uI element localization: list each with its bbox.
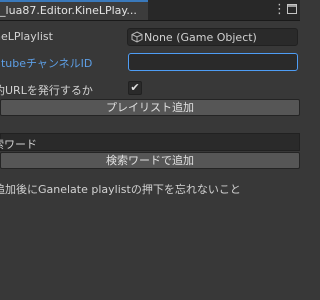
issue-url-label: 約URLを発行するか (0, 84, 93, 97)
playlist-object-value: None (Game Object) (144, 31, 257, 44)
instruction-note: 追加後にGanelate playlistの押下を忘れないこと (0, 183, 241, 196)
window-tab-bar: i_lua87.Editor.KineLPlay... ⋮ (0, 0, 300, 21)
editor-window-tab[interactable]: i_lua87.Editor.KineLPlay... (0, 0, 148, 20)
youtube-channel-row: utubeチャンネルID (0, 52, 300, 72)
youtube-channel-label: utubeチャンネルID (0, 57, 93, 70)
checkmark-icon: ✔ (130, 81, 140, 94)
tab-title: i_lua87.Editor.KineLPlay... (0, 4, 137, 17)
issue-url-row: 約URLを発行するか ✔ (0, 79, 300, 99)
youtube-channel-input[interactable] (128, 53, 298, 71)
search-word-label: 索ワード (0, 138, 37, 151)
playlist-row: neLPlaylist None (Game Object) (0, 27, 300, 47)
search-word-field[interactable]: 索ワード (0, 133, 300, 151)
game-object-icon (131, 31, 143, 43)
issue-url-checkbox[interactable]: ✔ (128, 81, 142, 95)
more-options-icon[interactable]: ⋮ (273, 3, 286, 17)
add-by-search-button[interactable]: 検索ワードで追加 (0, 152, 300, 169)
maximize-icon[interactable] (287, 4, 297, 14)
playlist-label: neLPlaylist (0, 30, 53, 43)
add-playlist-button[interactable]: プレイリスト追加 (0, 99, 300, 116)
playlist-object-field[interactable]: None (Game Object) (127, 28, 298, 46)
